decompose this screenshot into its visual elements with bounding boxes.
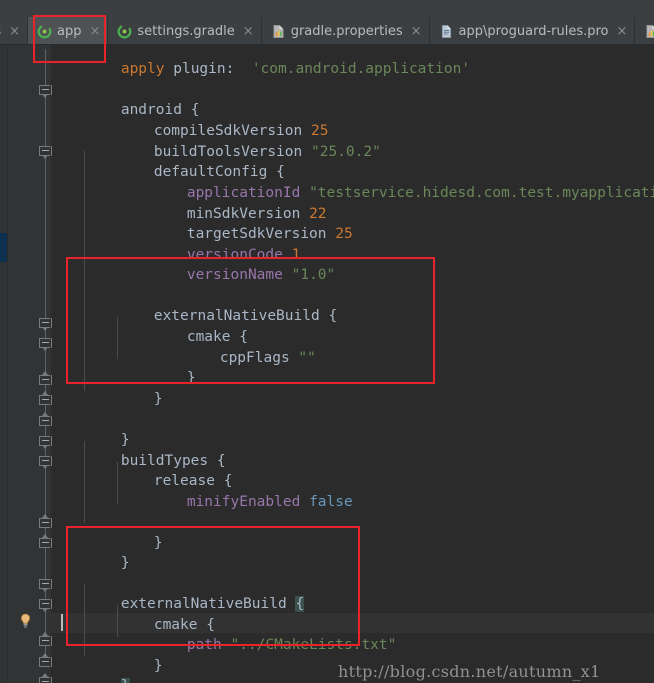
code-line-23: } — [84, 513, 163, 551]
tab-label: app\proguard-rules.pro — [458, 23, 609, 39]
indent-guide — [84, 441, 85, 523]
code-line-20: release { — [84, 451, 233, 489]
tab-close-icon[interactable]: × — [89, 25, 100, 38]
token-brace-close: } — [120, 555, 130, 571]
token-brace-close: } — [153, 391, 163, 407]
code-text-area[interactable]: apply plugin: 'com.android.application' … — [51, 45, 654, 683]
tab-label: gradle.properties — [290, 23, 403, 39]
token-brace-close-matched: } — [120, 678, 130, 683]
code-line-5: buildToolsVersion "25.0.2" — [84, 122, 381, 160]
tab-close-icon[interactable]: × — [9, 25, 20, 38]
token-path-value: "../CMakeLists.txt" — [230, 637, 397, 653]
text-caret — [61, 614, 63, 631]
token-versionname-value: "1.0" — [291, 267, 336, 283]
token-brace-open: { — [328, 308, 338, 324]
text-file-icon — [439, 24, 454, 39]
indent-guide — [84, 151, 85, 391]
token-cppflags-value: "" — [298, 350, 316, 366]
token-plugin-key: plugin: — [173, 61, 235, 77]
token-brace-close: } — [153, 535, 163, 551]
lightbulb-icon[interactable] — [18, 613, 33, 629]
indent-guide — [117, 317, 118, 359]
code-line-15: cppFlags "" — [150, 328, 316, 366]
tab-proguard-rules[interactable]: app\proguard-rules.pro × — [429, 17, 636, 45]
indent-guide — [84, 584, 85, 656]
token-brace-open-matched: { — [295, 596, 305, 612]
tab-gradle-clipped-right[interactable]: gradle- — [635, 17, 654, 45]
code-line-9: targetSdkVersion 25 — [117, 204, 353, 242]
editor-tab-bar: s × app × settings.gradle × — [0, 0, 654, 45]
tab-app[interactable]: app × — [28, 17, 109, 45]
code-line-11: versionName "1.0" — [117, 245, 335, 283]
code-line-14: cmake { — [117, 307, 248, 345]
tab-clipped-left[interactable]: s × — [0, 17, 28, 45]
token-minifyenabled: minifyEnabled — [186, 494, 301, 510]
token-minifyenabled-value: false — [309, 494, 353, 510]
token-targetsdkversion-value: 25 — [335, 226, 353, 242]
tab-close-icon[interactable]: × — [411, 25, 422, 38]
code-line-3: android { — [51, 80, 200, 118]
gradle-icon — [117, 24, 132, 39]
code-line-6: defaultConfig { — [84, 142, 285, 180]
code-line-10: versionCode 1 — [117, 225, 301, 263]
token-plugin-value: 'com.android.application' — [251, 61, 471, 77]
code-line-7: applicationId "testservice.hidesd.com.te… — [117, 163, 654, 201]
token-brace-close: } — [153, 658, 163, 674]
code-line-24: } — [51, 533, 130, 571]
gradle-icon — [37, 24, 52, 39]
token-apply: apply — [120, 61, 165, 77]
token-path: path — [186, 637, 222, 653]
tab-settings-gradle[interactable]: settings.gradle × — [108, 17, 262, 45]
token-cppflags: cppFlags — [219, 350, 290, 366]
tab-label: settings.gradle — [137, 23, 235, 39]
indent-guide — [117, 605, 118, 637]
code-line-17: } — [84, 369, 163, 407]
code-line-8: minSdkVersion 22 — [117, 184, 327, 222]
properties-file-icon — [644, 24, 654, 39]
properties-file-icon — [271, 24, 286, 39]
code-line-16: } — [117, 348, 196, 386]
tab-gradle-properties[interactable]: gradle.properties × — [261, 17, 430, 45]
watermark-text: http://blog.csdn.net/autumn_x1 — [338, 662, 601, 681]
tab-label: s — [0, 25, 1, 38]
code-line-28: path "../CMakeLists.txt" — [117, 615, 397, 653]
code-line-21: minifyEnabled false — [117, 472, 353, 510]
code-line-27: cmake { — [84, 595, 215, 633]
code-line-4: compileSdkVersion 25 — [84, 101, 329, 139]
code-line-19: buildTypes { — [51, 431, 226, 469]
code-line-18: } — [51, 410, 130, 448]
tab-close-icon[interactable]: × — [617, 25, 628, 38]
token-applicationid-value: "testservice.hidesd.com.test.myapplicati… — [309, 185, 654, 201]
editor-gutter[interactable] — [8, 45, 52, 683]
change-marker[interactable] — [0, 233, 7, 262]
tab-close-icon[interactable]: × — [243, 25, 254, 38]
code-line-29: } — [84, 636, 163, 674]
token-brace-close: } — [186, 370, 196, 386]
fold-rail — [45, 49, 46, 662]
indent-guide — [117, 462, 118, 504]
token-versionname: versionName — [186, 267, 283, 283]
android-studio-editor-window: s × app × settings.gradle × — [0, 0, 654, 683]
code-editor[interactable]: apply plugin: 'com.android.application' … — [0, 45, 654, 683]
code-line-26: externalNativeBuild { — [51, 574, 305, 612]
code-line-13: externalNativeBuild { — [84, 286, 337, 324]
tool-window-edge-strip — [0, 45, 8, 683]
token-buildtoolsversion-value: "25.0.2" — [310, 144, 381, 160]
tab-label: app — [57, 23, 82, 39]
code-line-1: apply plugin: 'com.android.application' — [51, 45, 470, 77]
code-line-30: } — [51, 656, 130, 683]
